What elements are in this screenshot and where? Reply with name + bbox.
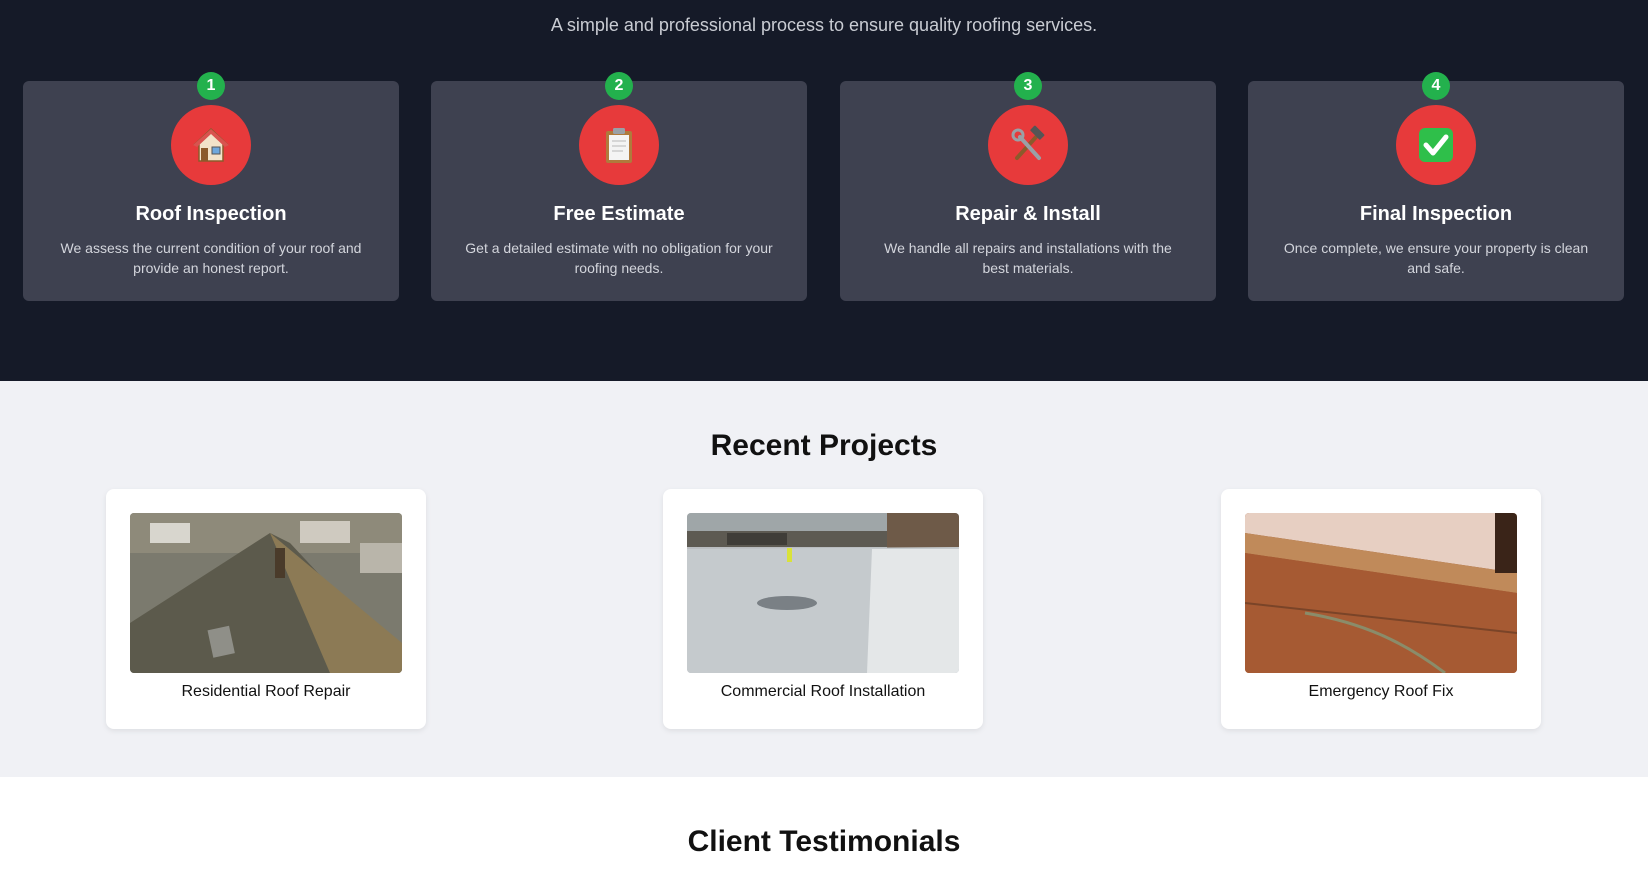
project-card-residential[interactable]: Residential Roof Repair	[106, 489, 426, 729]
step-card-free-estimate: 2 Free Estimate Get a detailed estimate …	[431, 72, 807, 301]
house-icon	[171, 105, 251, 185]
step-card-repair-install: 3 Repair & Install We handle all repairs…	[840, 72, 1216, 301]
step-description: Get a detailed estimate with no obligati…	[465, 240, 773, 276]
project-title: Residential Roof Repair	[181, 683, 351, 700]
step-number-badge: 1	[197, 72, 225, 100]
step-description: Once complete, we ensure your property i…	[1283, 240, 1589, 276]
projects-heading: Recent Projects	[710, 429, 938, 462]
testimonials-section: Client Testimonials	[0, 777, 1648, 869]
step-title: Repair & Install	[955, 203, 1101, 225]
testimonials-heading: Client Testimonials	[687, 825, 961, 858]
clipboard-icon	[579, 105, 659, 185]
step-card-final-inspection: 4 Final Inspection Once complete, we ens…	[1248, 72, 1624, 301]
hammer-wrench-icon	[988, 105, 1068, 185]
process-section: A simple and professional process to ens…	[0, 0, 1648, 381]
project-title: Emergency Roof Fix	[1308, 683, 1454, 700]
step-description: We handle all repairs and installations …	[884, 240, 1172, 276]
check-mark-icon	[1396, 105, 1476, 185]
project-title: Commercial Roof Installation	[720, 683, 926, 700]
step-description: We assess the current condition of your …	[60, 240, 362, 276]
projects-section: Recent Projects Residential Roof Repair	[0, 381, 1648, 777]
project-photo-commercial-roof	[687, 513, 959, 673]
step-number-badge: 3	[1014, 72, 1042, 100]
step-card-roof-inspection: 1 Roof Inspection We assess the current …	[23, 72, 399, 301]
project-photo-residential-roof	[130, 513, 402, 673]
step-title: Final Inspection	[1359, 203, 1513, 225]
step-title: Free Estimate	[553, 203, 685, 225]
project-photo-emergency-roof	[1245, 513, 1517, 673]
process-subtitle: A simple and professional process to ens…	[550, 15, 1098, 35]
project-card-emergency[interactable]: Emergency Roof Fix	[1221, 489, 1541, 729]
step-number-badge: 4	[1422, 72, 1450, 100]
step-title: Roof Inspection	[135, 203, 287, 225]
step-number-badge: 2	[605, 72, 633, 100]
project-card-commercial[interactable]: Commercial Roof Installation	[663, 489, 983, 729]
